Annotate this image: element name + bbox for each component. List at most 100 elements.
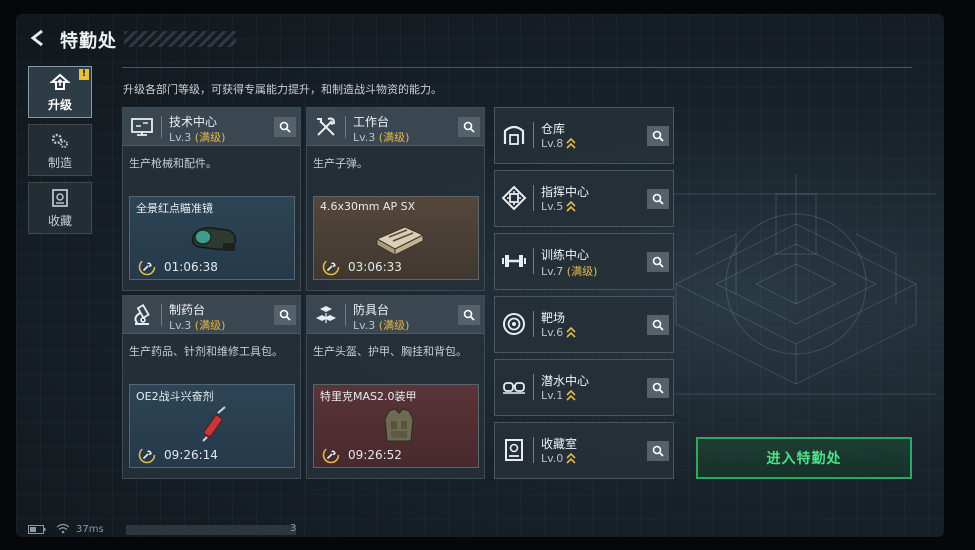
production-timer: 09:26:52: [348, 448, 402, 462]
department-name: 潜水中心: [541, 374, 590, 388]
computer-icon: [131, 118, 153, 136]
inspect-button[interactable]: [647, 315, 669, 335]
inspect-button[interactable]: [458, 305, 480, 325]
product-name: OE2战斗兴奋剂: [136, 390, 214, 403]
separator: [533, 185, 534, 211]
enter-special-ops-button[interactable]: 进入特勤处: [696, 437, 912, 479]
diving-mask-icon: [503, 382, 525, 394]
target-icon: [503, 313, 525, 335]
inspect-button[interactable]: [274, 305, 296, 325]
production-slot[interactable]: OE2战斗兴奋剂 09:26:14: [129, 384, 295, 468]
tab-upgrade[interactable]: 升级 !: [28, 66, 92, 118]
search-icon: [652, 256, 664, 268]
facility-name: 制药台: [169, 303, 206, 317]
department-name: 训练中心: [541, 248, 590, 262]
department-level: Lv.7 (满级): [541, 265, 598, 278]
card-header: 防具台 Lv.3 (满级): [307, 296, 484, 334]
ammo-box-icon: [375, 226, 425, 256]
department-shooting-range[interactable]: 靶场 Lv.6: [494, 296, 674, 353]
upgrade-icon: [49, 73, 71, 90]
microscope-icon: [134, 303, 150, 325]
facility-name: 工作台: [353, 115, 390, 129]
ping-readout: 37ms: [76, 524, 104, 535]
inspect-button[interactable]: [647, 252, 669, 272]
gears-icon: [51, 133, 68, 148]
department-warehouse[interactable]: 仓库 Lv.8: [494, 107, 674, 164]
dumbbell-icon: [502, 255, 526, 267]
department-diving-center[interactable]: 潜水中心 Lv.1: [494, 359, 674, 416]
facility-card-pharmacy[interactable]: 制药台 Lv.3 (满级) 生产药品、针剂和维修工具包。 OE2战斗兴奋剂 09…: [122, 295, 301, 479]
department-level: Lv.5: [541, 200, 576, 213]
wrench-timer-icon: [138, 446, 156, 464]
separator: [161, 116, 162, 138]
collection-room-icon: [505, 439, 523, 461]
upgrade-chevron-icon: [566, 201, 576, 212]
facility-card-workbench[interactable]: 工作台 Lv.3 (满级) 生产子弹。 4.6x30mm AP SX 03:06…: [306, 107, 485, 291]
department-collection-room[interactable]: 收藏室 Lv.0: [494, 422, 674, 479]
facility-card-tech-center[interactable]: 技术中心 Lv.3 (满级) 生产枪械和配件。 全景红点瞄准镜 01:06:38: [122, 107, 301, 291]
production-timer: 09:26:14: [164, 448, 218, 462]
inspect-button[interactable]: [647, 441, 669, 461]
department-training-center[interactable]: 训练中心 Lv.7 (满级): [494, 233, 674, 290]
page-title: 特勤处: [60, 31, 117, 52]
search-icon: [652, 382, 664, 394]
warehouse-icon: [503, 125, 525, 145]
syringe-icon: [202, 406, 226, 442]
search-icon: [463, 309, 475, 321]
separator: [533, 122, 534, 148]
upgrade-chevron-icon: [566, 327, 576, 338]
battery-icon: [28, 525, 46, 534]
department-level: Lv.8: [541, 137, 576, 150]
facility-name: 技术中心: [169, 115, 218, 129]
search-icon: [279, 121, 291, 133]
inspect-button[interactable]: [647, 378, 669, 398]
card-header: 工作台 Lv.3 (满级): [307, 108, 484, 146]
upgrade-chevron-icon: [566, 138, 576, 149]
search-icon: [652, 445, 664, 457]
department-level: Lv.0: [541, 452, 576, 465]
back-arrow-icon[interactable]: [28, 28, 48, 48]
search-icon: [652, 130, 664, 142]
tab-craft[interactable]: 制造: [28, 124, 92, 176]
facility-description: 生产枪械和配件。: [129, 157, 217, 170]
inspect-button[interactable]: [458, 117, 480, 137]
scope-icon: [191, 227, 237, 251]
tab-collection[interactable]: 收藏: [28, 182, 92, 234]
facility-card-armor-bench[interactable]: 防具台 Lv.3 (满级) 生产头盔、护甲、胸挂和背包。 特里克MAS2.0装甲…: [306, 295, 485, 479]
card-header: 技术中心 Lv.3 (满级): [123, 108, 300, 146]
department-name: 靶场: [541, 311, 566, 325]
production-slot[interactable]: 全景红点瞄准镜 01:06:38: [129, 196, 295, 280]
inspect-button[interactable]: [647, 126, 669, 146]
armor-blocks-icon: [316, 306, 336, 323]
facility-name: 防具台: [353, 303, 390, 317]
separator: [533, 374, 534, 400]
production-timer: 03:06:33: [348, 260, 402, 274]
department-name: 指挥中心: [541, 185, 590, 199]
department-name: 仓库: [541, 122, 566, 136]
wifi-icon: [56, 523, 70, 534]
upgrade-chevron-icon: [566, 390, 576, 401]
production-slot[interactable]: 特里克MAS2.0装甲 09:26:52: [313, 384, 479, 468]
body-armor-icon: [384, 408, 414, 442]
separator: [533, 437, 534, 463]
facility-level: Lv.3 (满级): [169, 319, 226, 332]
card-header: 制药台 Lv.3 (满级): [123, 296, 300, 334]
game-screen: 特勤处 升级 ! 制造 收藏 升级各部门等级，可获得专属能力提升，和制造战斗物资…: [16, 14, 944, 537]
product-name: 全景红点瞄准镜: [136, 202, 213, 215]
facility-level: Lv.3 (满级): [353, 131, 410, 144]
separator: [533, 248, 534, 274]
department-command-center[interactable]: 指挥中心 Lv.5: [494, 170, 674, 227]
tab-label: 升级: [47, 97, 72, 112]
alert-badge: !: [79, 69, 89, 80]
search-icon: [279, 309, 291, 321]
inspect-button[interactable]: [274, 117, 296, 137]
facility-level: Lv.3 (满级): [169, 131, 226, 144]
chat-bar[interactable]: [126, 525, 296, 535]
tab-label: 制造: [47, 155, 72, 170]
inspect-button[interactable]: [647, 189, 669, 209]
command-center-icon: [501, 185, 527, 211]
facility-level: Lv.3 (满级): [353, 319, 410, 332]
facility-description: 生产药品、针剂和维修工具包。: [129, 345, 283, 358]
facility-description: 生产头盔、护甲、胸挂和背包。: [313, 345, 467, 358]
production-slot[interactable]: 4.6x30mm AP SX 03:06:33: [313, 196, 479, 280]
